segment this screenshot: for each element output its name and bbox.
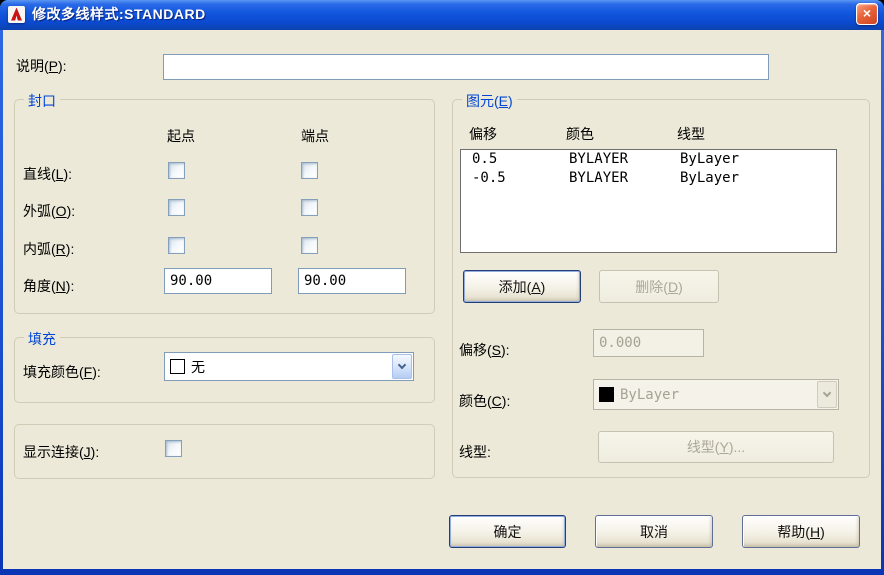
elements-list-header: 偏移 颜色 线型 [460,124,837,144]
checkbox-display-joints[interactable] [165,440,182,457]
element-color-dropdown-button[interactable] [817,381,837,408]
element-offset-input[interactable] [593,329,704,357]
element-color-combobox[interactable]: ByLayer [593,379,839,410]
caps-col-end-header: 端点 [301,128,329,144]
modify-multiline-style-dialog: 修改多线样式:STANDARD × 说明(P): 封口 起点 端点 直线(L): [0,0,884,575]
checkbox-outer-arc-start[interactable] [168,199,185,216]
element-color-label: 颜色(C): [459,393,511,409]
dialog-frame: 修改多线样式:STANDARD × 说明(P): 封口 起点 端点 直线(L): [0,0,884,575]
checkbox-inner-arc-start[interactable] [168,237,185,254]
dialog-title: 修改多线样式:STANDARD [32,6,206,22]
checkbox-line-start[interactable] [168,162,185,179]
description-input[interactable] [163,54,769,80]
chevron-down-icon [397,360,407,370]
dialog-body: 说明(P): 封口 起点 端点 直线(L): 外弧(O): 内弧(R): 角度(… [3,30,881,569]
delete-button[interactable]: 删除(D) [599,270,719,303]
caps-group: 封口 起点 端点 直线(L): 外弧(O): 内弧(R): 角度(N): 90.… [14,91,435,314]
column-header-color: 颜色 [566,126,594,142]
column-header-linetype: 线型 [677,126,705,142]
angle-end-input[interactable] [298,268,406,294]
element-color-swatch [599,387,614,402]
fill-color-combobox[interactable]: 无 [164,352,414,381]
list-item[interactable]: 0.5 BYLAYER ByLayer [461,150,836,169]
cancel-button[interactable]: 取消 [595,515,713,548]
fill-color-label: 填充颜色(F): [23,364,101,380]
ok-button[interactable]: 确定 [449,515,566,548]
elements-group-title: 图元(E) [462,91,517,111]
checkbox-outer-arc-end[interactable] [301,199,318,216]
column-header-offset: 偏移 [469,126,497,142]
fill-color-swatch [170,359,185,374]
caps-angle-label: 角度(N): [23,278,75,294]
elements-listbox[interactable]: 0.5 BYLAYER ByLayer -0.5 BYLAYER ByLayer [460,149,837,253]
chevron-down-icon [822,388,832,398]
add-button[interactable]: 添加(A) [463,270,581,303]
element-offset-label: 偏移(S): [459,342,510,358]
checkbox-inner-arc-end[interactable] [301,237,318,254]
app-icon [8,5,25,23]
caps-col-start-header: 起点 [167,128,195,144]
linetype-button[interactable]: 线型(Y)... [598,431,834,463]
fill-group-title: 填充 [24,329,60,349]
display-joints-label: 显示连接(J): [23,444,100,460]
list-item[interactable]: -0.5 BYLAYER ByLayer [461,169,836,188]
element-linetype-label: 线型: [459,444,491,460]
angle-start-input[interactable] [164,268,272,294]
caps-outer-arc-label: 外弧(O): [23,203,76,219]
titlebar[interactable]: 修改多线样式:STANDARD × [0,0,884,30]
display-joints-group: 显示连接(J): [14,424,435,479]
caps-line-label: 直线(L): [23,166,73,182]
fill-color-dropdown-button[interactable] [392,354,412,379]
fill-group: 填充 填充颜色(F): 无 [14,329,435,403]
caps-inner-arc-label: 内弧(R): [23,241,75,257]
caps-group-title: 封口 [24,91,60,111]
help-button[interactable]: 帮助(H) [742,515,860,548]
elements-list-container: 偏移 颜色 线型 0.5 BYLAYER ByLayer -0.5 BYLAYE… [460,124,837,253]
fill-color-value: 无 [191,358,205,375]
element-color-value: ByLayer [620,386,680,403]
checkbox-line-end[interactable] [301,162,318,179]
close-icon[interactable]: × [856,3,878,25]
description-label: 说明(P): [16,58,67,74]
elements-group: 图元(E) 偏移 颜色 线型 0.5 BYLAYER ByLayer -0.5 … [452,91,870,478]
